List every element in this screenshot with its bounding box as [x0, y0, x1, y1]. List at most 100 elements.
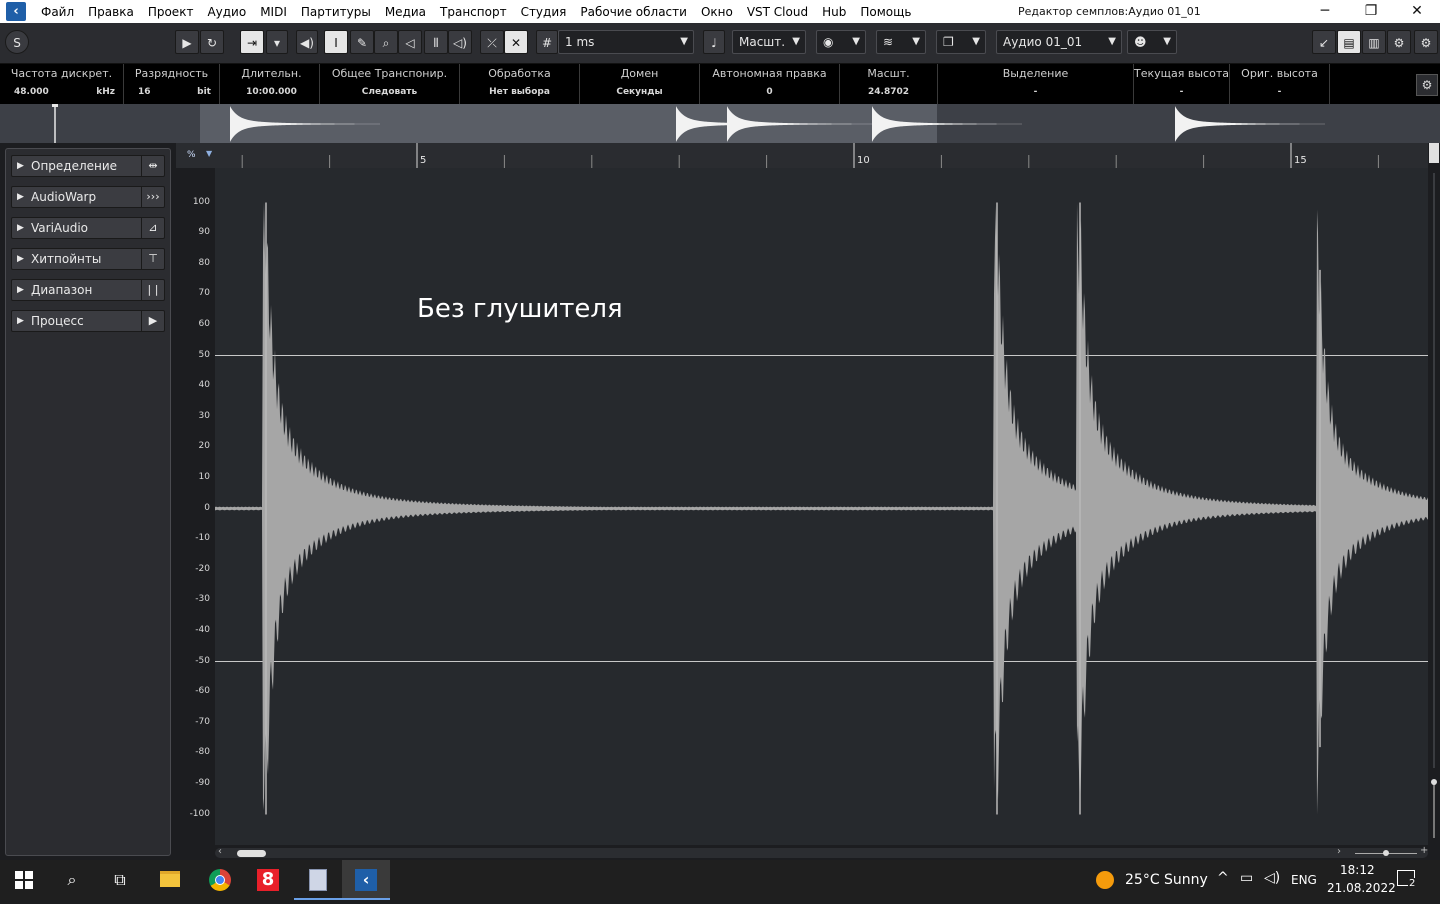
scroll-thumb[interactable]	[237, 850, 266, 857]
task-view-icon[interactable]: ⧉	[96, 860, 144, 900]
process-play-icon[interactable]: ▶	[141, 311, 164, 331]
expand-triangle-icon[interactable]: ▶	[17, 311, 24, 331]
zoom-slider-thumb[interactable]	[1383, 850, 1389, 856]
solo-editor-icon[interactable]: S	[5, 30, 29, 54]
time-ruler[interactable]: % ▼ 5 10 15	[176, 143, 1428, 169]
info-field[interactable]: Текущая высота -	[1134, 64, 1230, 104]
info-field[interactable]: Автономная правка 0	[700, 64, 840, 104]
weather-sun-icon[interactable]	[1096, 871, 1114, 889]
clock-time[interactable]: 18:12	[1340, 863, 1375, 877]
inspector-section[interactable]: ▶ AudioWarp ›››	[11, 186, 165, 208]
mute-tool-icon[interactable]: ◁)	[448, 30, 472, 54]
window-layout-select[interactable]: ❐ ▼	[936, 30, 986, 54]
audition-speaker-icon[interactable]: ◀)	[296, 30, 318, 54]
vertical-zoom-slider[interactable]	[1433, 783, 1435, 838]
restore-button[interactable]: ❐	[1348, 0, 1394, 23]
range-select-tool-icon[interactable]: I	[324, 30, 348, 54]
inspector-section[interactable]: ▶ Определение ⇹	[11, 155, 165, 177]
volume-icon[interactable]: ◁)	[1264, 870, 1280, 886]
expand-triangle-icon[interactable]: ▶	[17, 280, 24, 300]
menu-item[interactable]: Рабочие области	[573, 5, 694, 19]
menu-item[interactable]: Проект	[141, 5, 201, 19]
zoom-tool-icon[interactable]: ⌕	[374, 30, 398, 54]
warp-icon[interactable]: ›››	[141, 187, 164, 207]
search-icon[interactable]: ⌕	[48, 860, 96, 900]
gear-icon[interactable]: ⚙	[1414, 30, 1438, 54]
snap-icon[interactable]: ✕	[504, 30, 528, 54]
info-field[interactable]: Обработка Нет выбора	[460, 64, 580, 104]
waveform-overview[interactable]	[0, 104, 1440, 143]
menu-item[interactable]: Правка	[81, 5, 141, 19]
inspector-section[interactable]: ▶ VariAudio ⊿	[11, 217, 165, 239]
visibility-select[interactable]: ◉ ▼	[816, 30, 866, 54]
menu-item[interactable]: Hub	[815, 5, 853, 19]
horizontal-scrollbar[interactable]: ‹ › +	[215, 845, 1428, 860]
warp-tool-icon[interactable]: ⫴	[424, 30, 448, 54]
menu-item[interactable]: Аудио	[200, 5, 253, 19]
close-button[interactable]: ✕	[1394, 0, 1440, 23]
notepad-icon[interactable]	[294, 860, 342, 900]
expand-triangle-icon[interactable]: ▶	[17, 218, 24, 238]
play-tool-icon[interactable]: ◁	[398, 30, 422, 54]
variaudio-icon[interactable]: ⊿	[141, 218, 164, 238]
menu-item[interactable]: Транспорт	[433, 5, 514, 19]
hitpoint-filter-icon[interactable]: ⊤	[141, 249, 164, 269]
range-icon[interactable]: | |	[141, 280, 164, 300]
info-field[interactable]: Частота дискрет. 48.000 kHz	[0, 64, 124, 104]
weather-temp[interactable]: 25°C	[1125, 872, 1160, 888]
info-field[interactable]: Ориг. высота -	[1230, 64, 1330, 104]
info-field[interactable]: Выделение -	[938, 64, 1134, 104]
layout-settings-icon[interactable]: ⚙	[1387, 30, 1411, 54]
info-field[interactable]: Длительн. 10:00.000	[224, 64, 320, 104]
play-icon[interactable]: ▶	[175, 30, 199, 54]
info-field[interactable]: Разрядность 16 bit	[124, 64, 220, 104]
info-field[interactable]: Домен Секунды	[580, 64, 700, 104]
scroll-up-icon[interactable]	[1429, 143, 1439, 163]
expand-triangle-icon[interactable]: ▶	[17, 249, 24, 269]
pencil-tool-icon[interactable]: ✎	[350, 30, 374, 54]
inspector-section[interactable]: ▶ Диапазон | |	[11, 279, 165, 301]
language-indicator[interactable]: ENG	[1291, 873, 1317, 887]
chevron-down-icon[interactable]: ▾	[266, 30, 288, 54]
clock-date[interactable]: 21.08.2022	[1327, 881, 1396, 895]
menu-item[interactable]: VST Cloud	[740, 5, 815, 19]
fit-width-icon[interactable]: ⇹	[141, 156, 164, 176]
info-field[interactable]: Общее Транспонир. Следовать	[320, 64, 460, 104]
expand-triangle-icon[interactable]: ▶	[17, 156, 24, 176]
waveform-display[interactable]: Без глушителя	[215, 168, 1428, 845]
network-icon[interactable]: ▭	[1240, 870, 1253, 886]
grid-icon[interactable]: #	[536, 30, 558, 54]
scroll-left-icon[interactable]: ‹	[218, 846, 222, 857]
arrow-in-icon[interactable]: ↙	[1312, 30, 1336, 54]
vertical-scrollbar[interactable]	[1428, 143, 1440, 860]
windows-start-icon[interactable]	[0, 860, 48, 900]
menu-item[interactable]: Файл	[34, 5, 81, 19]
info-field[interactable]: Масшт. 24.8702	[840, 64, 938, 104]
zoom-select[interactable]: Масшт. ▼	[732, 30, 806, 54]
app-8-icon[interactable]: 8	[244, 860, 292, 900]
info-line-settings-icon[interactable]: ⚙	[1416, 74, 1438, 96]
loop-play-icon[interactable]: ↻	[200, 30, 224, 54]
scroll-right-icon[interactable]: ›	[1337, 846, 1341, 857]
clip-select[interactable]: Аудио 01_01 ▼	[996, 30, 1122, 54]
waveform-settings-select[interactable]: ≋ ▼	[876, 30, 926, 54]
menu-item[interactable]: Партитуры	[294, 5, 378, 19]
cubase-logo-icon[interactable]: ‹	[6, 2, 26, 21]
right-zone-icon[interactable]: ▥	[1362, 30, 1386, 54]
snap-zero-icon[interactable]: ⤫	[480, 30, 504, 54]
left-zone-icon[interactable]: ▤	[1337, 30, 1361, 54]
minimize-button[interactable]: ─	[1302, 0, 1348, 23]
menu-item[interactable]: Окно	[694, 5, 740, 19]
menu-item[interactable]: Помощь	[853, 5, 918, 19]
menu-item[interactable]: MIDI	[253, 5, 294, 19]
menu-item[interactable]: Студия	[514, 5, 574, 19]
expand-triangle-icon[interactable]: ▶	[17, 187, 24, 207]
menu-item[interactable]: Медиа	[378, 5, 433, 19]
auto-scroll-icon[interactable]: ⇥	[240, 30, 264, 54]
file-explorer-icon[interactable]	[146, 860, 194, 900]
tray-chevron-up-icon[interactable]: ^	[1217, 870, 1229, 886]
cubase-taskbar-icon[interactable]: ‹	[342, 860, 390, 900]
weather-text[interactable]: Sunny	[1164, 872, 1208, 888]
hitpoint-mode-select[interactable]: ☻ ▼	[1127, 30, 1177, 54]
inspector-section[interactable]: ▶ Процесс ▶	[11, 310, 165, 332]
